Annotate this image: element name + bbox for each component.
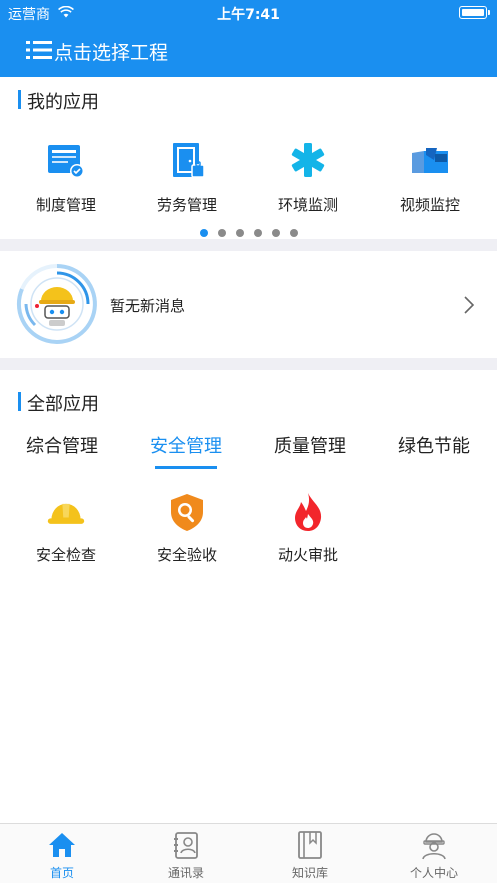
section-separator xyxy=(0,358,497,370)
helmet-icon xyxy=(47,503,85,524)
asterisk-icon xyxy=(291,143,325,177)
safety-apps-row: 安全检查 安全验收 动火审批 xyxy=(0,492,497,572)
book-icon xyxy=(298,831,322,859)
tab-green-energy[interactable]: 绿色节能 xyxy=(372,432,496,458)
tabbar-item-profile[interactable]: 个人中心 xyxy=(372,830,496,881)
app-label: 安全检查 xyxy=(35,546,96,564)
tabbar-item-home[interactable]: 首页 xyxy=(0,830,124,881)
robot-avatar-icon xyxy=(16,263,97,344)
active-tab-indicator xyxy=(155,466,217,469)
page-dot[interactable] xyxy=(253,229,262,237)
app-label: 劳务管理 xyxy=(156,196,217,214)
page-dot[interactable] xyxy=(289,229,298,237)
message-row[interactable]: 暂无新消息 xyxy=(0,251,497,358)
clock: 上午7:41 xyxy=(217,7,280,23)
app-label: 视频监控 xyxy=(399,196,460,214)
page-dot[interactable] xyxy=(217,229,226,237)
tab-general-management[interactable]: 综合管理 xyxy=(0,432,124,458)
app-labor-management[interactable]: 劳务管理 xyxy=(137,140,237,215)
battery-icon xyxy=(459,6,490,19)
section-separator xyxy=(0,239,497,251)
nav-bar: 点击选择工程 xyxy=(0,26,497,77)
select-project-title[interactable]: 点击选择工程 xyxy=(54,38,168,65)
status-bar: 运营商 上午7:41 xyxy=(0,0,497,26)
camera-icon xyxy=(412,148,448,173)
worker-icon xyxy=(422,833,446,860)
app-hot-work-approval[interactable]: 动火审批 xyxy=(258,492,358,565)
fire-icon xyxy=(295,493,322,531)
category-tabs: 综合管理 安全管理 质量管理 绿色节能 xyxy=(0,428,497,470)
list-menu-icon[interactable] xyxy=(26,40,52,60)
tabbar-label: 首页 xyxy=(49,866,74,880)
my-apps-row: 制度管理 劳务管理 环境监测 视频监控 xyxy=(0,140,497,220)
tabbar-item-contacts[interactable]: 通讯录 xyxy=(124,830,248,881)
tabbar-item-knowledge-base[interactable]: 知识库 xyxy=(248,830,372,881)
document-icon xyxy=(48,145,84,178)
tabbar-label: 个人中心 xyxy=(409,866,458,880)
all-apps-header: 全部应用 xyxy=(0,382,497,422)
tab-quality-management[interactable]: 质量管理 xyxy=(248,432,372,458)
contacts-icon xyxy=(174,832,198,859)
app-label: 制度管理 xyxy=(35,196,96,214)
door-icon xyxy=(173,143,205,178)
app-label: 动火审批 xyxy=(277,546,338,564)
app-policy-management[interactable]: 制度管理 xyxy=(16,140,116,215)
tabbar-label: 知识库 xyxy=(291,866,328,880)
section-accent-bar xyxy=(18,90,21,109)
page-dot[interactable] xyxy=(199,229,208,237)
message-text: 暂无新消息 xyxy=(110,297,186,315)
app-safety-acceptance[interactable]: 安全验收 xyxy=(137,492,237,565)
section-accent-bar xyxy=(18,392,21,411)
app-screen: 运营商 上午7:41 点击选择工程 我的应用 制度管理 劳务管理 环境监测 视频… xyxy=(0,0,497,883)
page-dot[interactable] xyxy=(235,229,244,237)
page-dot[interactable] xyxy=(271,229,280,237)
tabbar-label: 通讯录 xyxy=(167,866,204,880)
app-environment-monitoring[interactable]: 环境监测 xyxy=(258,140,358,215)
app-label: 安全验收 xyxy=(156,546,217,564)
app-safety-inspection[interactable]: 安全检查 xyxy=(16,492,116,565)
section-title: 全部应用 xyxy=(27,394,99,415)
app-video-surveillance[interactable]: 视频监控 xyxy=(380,140,480,215)
tab-safety-management[interactable]: 安全管理 xyxy=(124,432,248,458)
header: 运营商 上午7:41 点击选择工程 xyxy=(0,0,497,77)
my-apps-header: 我的应用 xyxy=(0,80,497,120)
bottom-tab-bar: 首页 通讯录 知识库 个人中心 xyxy=(0,823,497,883)
chevron-right-icon xyxy=(464,296,475,314)
home-icon xyxy=(49,833,75,857)
shield-search-icon xyxy=(171,494,203,531)
app-label: 环境监测 xyxy=(277,196,338,214)
section-title: 我的应用 xyxy=(27,92,99,113)
